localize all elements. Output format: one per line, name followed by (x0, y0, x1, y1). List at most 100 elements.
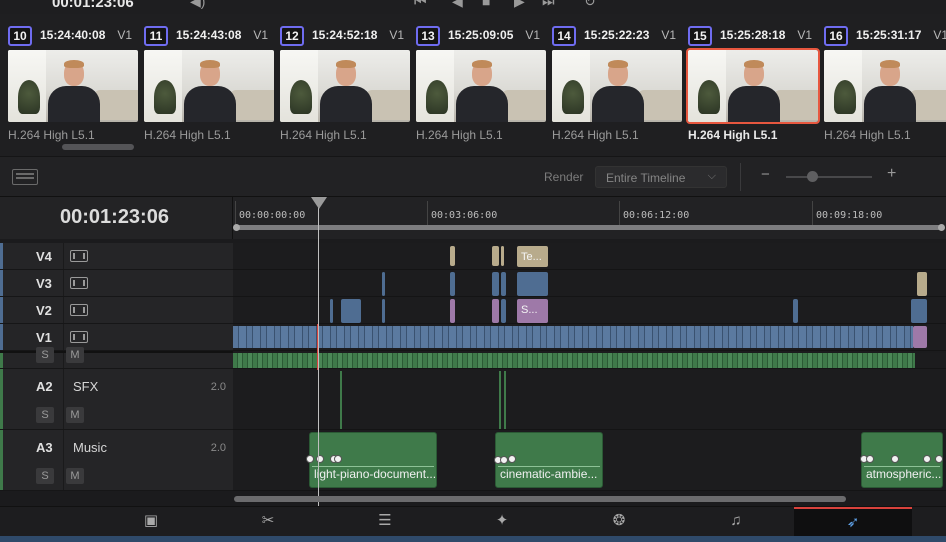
clip-card[interactable]: 13 15:25:09:05 V1 H.264 High L5.1 (416, 26, 546, 146)
cut-page-icon[interactable]: ✂ (209, 507, 327, 537)
clip-thumbnail[interactable] (416, 50, 546, 122)
clip-thumbnail[interactable] (280, 50, 410, 122)
solo-button[interactable]: S (36, 407, 54, 423)
film-icon[interactable] (70, 304, 88, 316)
video-clip[interactable] (917, 272, 927, 296)
volume-keyframe[interactable] (923, 455, 931, 463)
video-clip[interactable] (501, 272, 506, 296)
media-page-icon[interactable]: ▣ (92, 507, 210, 537)
clip-card[interactable]: 11 15:24:43:08 V1 H.264 High L5.1 (144, 26, 274, 146)
track-lane-v1[interactable] (233, 324, 946, 351)
clip-strip-scrollbar[interactable] (62, 144, 134, 150)
play-icon[interactable]: ▶ (514, 0, 525, 9)
volume-keyframe[interactable] (334, 455, 342, 463)
volume-icon[interactable]: ◀) (190, 0, 205, 9)
music-clip[interactable]: light-piano-document... (309, 432, 437, 488)
skip-forward-icon[interactable]: ⏭ (542, 0, 555, 9)
video-clip[interactable] (517, 272, 548, 296)
render-range-select[interactable]: Entire Timeline ⌵ (595, 166, 727, 188)
track-lane-v2[interactable]: S... (233, 297, 946, 324)
track-lane-a1[interactable] (233, 353, 946, 369)
track-lane-v4[interactable]: Te... (233, 243, 946, 270)
track-header-v1[interactable]: V1 (0, 324, 233, 351)
track-title[interactable]: Music (73, 440, 107, 455)
mute-button[interactable]: M (66, 407, 84, 423)
video-clip[interactable] (911, 299, 927, 323)
solo-button[interactable]: S (36, 468, 54, 484)
playhead[interactable] (318, 206, 319, 506)
video-clip[interactable] (341, 299, 361, 323)
deliver-page-icon[interactable]: ➶ (794, 507, 912, 537)
clip-thumbnail[interactable] (824, 50, 946, 122)
video-clip[interactable] (492, 246, 499, 266)
mute-button[interactable]: M (66, 468, 84, 484)
film-icon[interactable] (70, 277, 88, 289)
track-lane-a3[interactable]: light-piano-document... cinematic-ambie.… (233, 430, 946, 491)
list-view-icon[interactable] (12, 169, 38, 185)
volume-keyframe[interactable] (500, 456, 508, 464)
video-clip[interactable] (501, 299, 506, 323)
mute-button[interactable]: M (66, 347, 84, 363)
clip-thumbnail[interactable] (552, 50, 682, 122)
zoom-in-button[interactable]: + (887, 165, 896, 183)
timeline-timecode[interactable]: 00:01:23:06 (60, 206, 169, 229)
video-clip[interactable] (330, 299, 333, 323)
volume-keyframe[interactable] (306, 455, 314, 463)
video-clip[interactable] (492, 272, 499, 296)
timeline-ruler[interactable]: 00:00:00:00 00:03:06:00 00:06:12:00 00:0… (233, 197, 946, 239)
skip-back-icon[interactable]: ⏮ (414, 0, 427, 9)
video-clip[interactable] (382, 299, 385, 323)
track-header-a2[interactable]: A2 SFX 2.0 S M (0, 369, 233, 430)
effect-clip[interactable]: S... (517, 299, 548, 323)
track-title[interactable]: SFX (73, 379, 98, 394)
zoom-out-button[interactable]: − (761, 166, 770, 183)
volume-keyframe[interactable] (891, 455, 899, 463)
volume-keyframe[interactable] (866, 455, 874, 463)
audio-clip[interactable] (340, 371, 342, 429)
video-clip[interactable] (450, 272, 455, 296)
video-clip[interactable] (793, 299, 798, 323)
track-header-v3[interactable]: V3 (0, 270, 233, 297)
video-clip[interactable] (913, 326, 927, 348)
video-clip[interactable] (492, 299, 499, 323)
video-clip[interactable] (450, 299, 455, 323)
video-clip[interactable] (382, 272, 385, 296)
solo-button[interactable]: S (36, 347, 54, 363)
playhead-handle[interactable] (311, 197, 327, 209)
clip-card[interactable]: 12 15:24:52:18 V1 H.264 High L5.1 (280, 26, 410, 146)
film-icon[interactable] (70, 331, 88, 343)
video-clip[interactable] (450, 246, 455, 266)
render-range-bar[interactable] (233, 224, 945, 231)
track-lane-v3[interactable] (233, 270, 946, 297)
film-icon[interactable] (70, 250, 88, 262)
zoom-slider[interactable] (786, 176, 872, 178)
video-clip-sequence[interactable] (233, 326, 913, 348)
fusion-page-icon[interactable]: ✦ (443, 507, 561, 537)
play-reverse-icon[interactable]: ◀ (452, 0, 463, 9)
audio-clip[interactable] (504, 371, 506, 429)
stop-icon[interactable]: ■ (482, 0, 490, 9)
loop-icon[interactable]: ↻ (584, 0, 596, 9)
track-header-a3[interactable]: A3 Music 2.0 S M (0, 430, 233, 491)
clip-thumbnail[interactable] (8, 50, 138, 122)
clip-thumbnail[interactable] (144, 50, 274, 122)
track-header-a1[interactable]: S M (0, 347, 233, 369)
clip-card[interactable]: 10 15:24:40:08 V1 H.264 High L5.1 (8, 26, 138, 146)
track-header-v4[interactable]: V4 (0, 243, 233, 270)
edit-page-icon[interactable]: ☰ (326, 507, 444, 537)
fairlight-page-icon[interactable]: ♫ (677, 507, 795, 537)
timeline-horizontal-scrollbar[interactable] (234, 496, 846, 502)
video-clip[interactable] (501, 246, 504, 266)
clip-card[interactable]: 16 15:25:31:17 V1 H.264 High L5.1 (824, 26, 946, 146)
volume-keyframe[interactable] (508, 455, 516, 463)
track-header-v2[interactable]: V2 (0, 297, 233, 324)
title-clip[interactable]: Te... (517, 246, 548, 267)
volume-keyframe[interactable] (935, 455, 943, 463)
audio-clip[interactable] (499, 371, 501, 429)
zoom-slider-handle[interactable] (806, 171, 818, 182)
clip-card[interactable]: 14 15:25:22:23 V1 H.264 High L5.1 (552, 26, 682, 146)
audio-clip-sequence[interactable] (233, 353, 915, 368)
color-page-icon[interactable]: ❂ (560, 507, 678, 537)
track-lane-a2[interactable] (233, 369, 946, 430)
clip-card[interactable]: 15 15:25:28:18 V1 H.264 High L5.1 (686, 26, 820, 146)
